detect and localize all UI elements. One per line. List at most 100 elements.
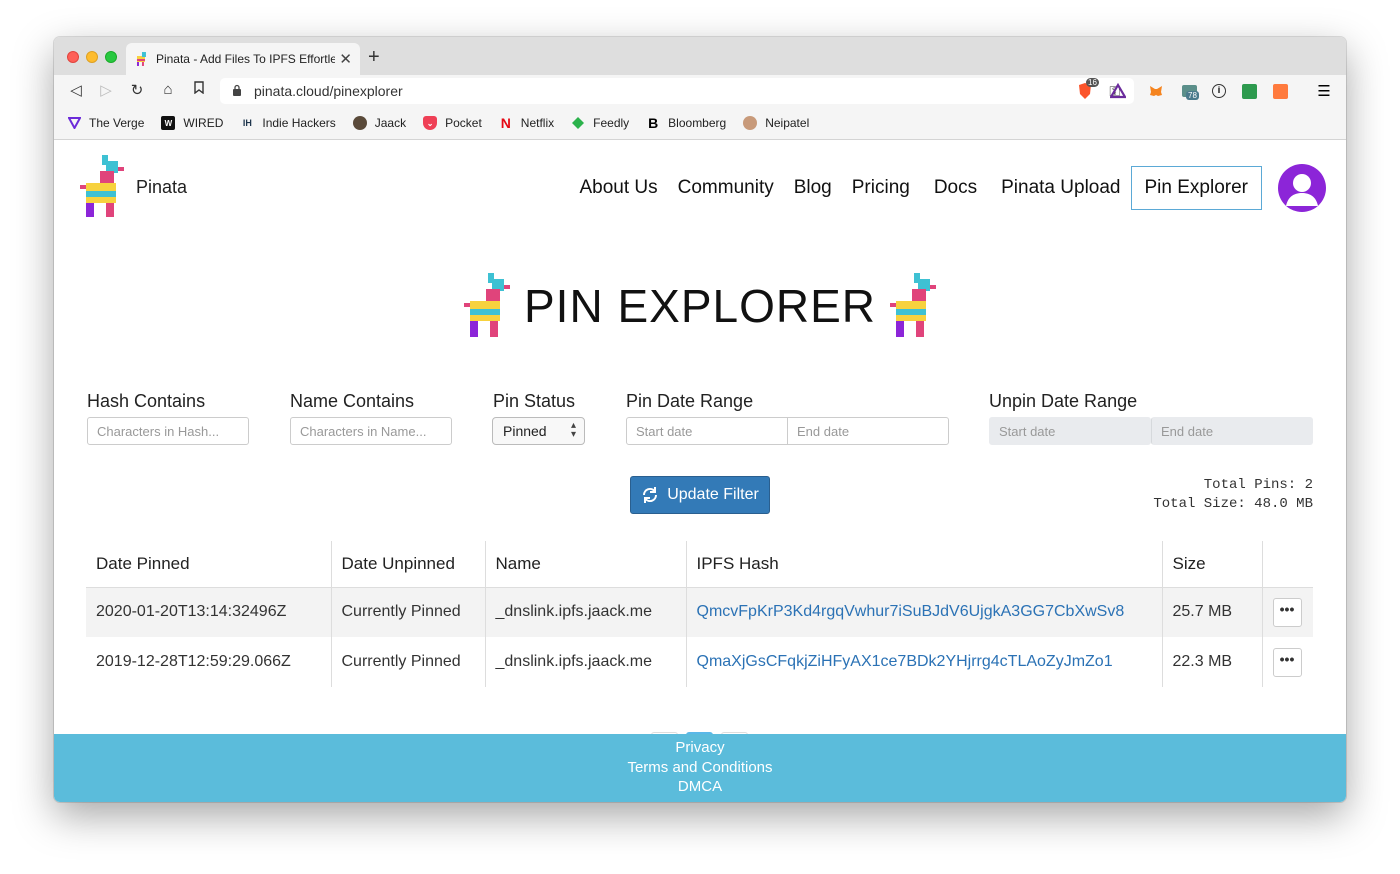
tab-strip: Pinata - Add Files To IPFS Effortlessly … (54, 37, 1346, 75)
bookmark-the-verge[interactable]: The Verge (67, 116, 144, 130)
bookmarks-bar: The Verge W WIRED IH Indie Hackers Jaack… (54, 107, 1346, 140)
more-options-button[interactable]: ••• (1272, 597, 1302, 627)
tab-title: Pinata - Add Files To IPFS Effortlessly (155, 52, 336, 66)
browser-tab[interactable]: Pinata - Add Files To IPFS Effortlessly … (126, 43, 360, 75)
name-filter-label: Name Contains (290, 391, 415, 411)
minimize-window-button[interactable] (86, 51, 98, 63)
col-size[interactable]: Size (1162, 541, 1263, 588)
indiehackers-icon: IH (242, 118, 252, 128)
footer-privacy-link[interactable]: Privacy (54, 738, 1346, 758)
metamask-icon[interactable] (1147, 82, 1165, 100)
reload-icon[interactable]: ↻ (127, 81, 147, 99)
bookmark-indie-hackers[interactable]: IH Indie Hackers (240, 116, 336, 130)
update-filter-button[interactable]: Update Filter (630, 476, 770, 514)
bookmark-pocket[interactable]: ⌄ Pocket (423, 116, 482, 130)
pin-status-select[interactable]: Pinned ▴ ▾ (492, 417, 585, 445)
verge-icon (67, 116, 81, 130)
hash-contains-input[interactable]: Characters in Hash... (87, 417, 249, 445)
bookmark-label: Indie Hackers (262, 116, 336, 130)
nav-pinata-upload[interactable]: Pinata Upload (1001, 177, 1120, 199)
close-window-button[interactable] (67, 51, 79, 63)
ipfs-hash-link[interactable]: QmaXjGsCFqkjZiHFyAX1ce7BDk2YHjrrg4cTLAoZ… (686, 637, 1163, 687)
forward-icon[interactable]: ▷ (96, 81, 116, 99)
bookmark-neipatel[interactable]: Neipatel (743, 116, 809, 130)
bookmark-label: Jaack (374, 116, 407, 130)
bookmark-label: Pocket (445, 116, 482, 130)
table-header-row: Date Pinned Date Unpinned Name IPFS Hash… (86, 541, 1313, 588)
lock-icon (233, 84, 241, 96)
bookmark-bloomberg[interactable]: B Bloomberg (646, 115, 726, 131)
name-cell: _dnslink.ipfs.jaack.me (485, 637, 687, 687)
main-nav: About Us Community Blog Pricing Docs Pin… (559, 166, 1262, 210)
col-date-pinned[interactable]: Date Pinned (86, 541, 332, 588)
neipatel-avatar-icon (743, 116, 758, 130)
update-filter-label: Update Filter (667, 486, 759, 503)
netflix-icon: N (500, 115, 511, 131)
bookmark-feedly[interactable]: Feedly (571, 116, 629, 130)
size-cell: 25.7 MB (1162, 587, 1263, 637)
nav-pricing[interactable]: Pricing (852, 177, 910, 199)
unpin-end-date-input[interactable]: End date (1151, 417, 1313, 445)
unpin-start-date-input[interactable]: Start date (989, 417, 1151, 445)
bookmark-label: The Verge (89, 116, 145, 130)
brave-rewards-icon[interactable] (1109, 82, 1127, 100)
new-tab-button[interactable]: + (368, 46, 380, 69)
bookmark-icon[interactable] (189, 81, 209, 98)
footer-dmca-link[interactable]: DMCA (54, 777, 1346, 797)
total-pins: Total Pins: 2 (1203, 477, 1313, 493)
brave-shield-icon[interactable]: 16 (1076, 78, 1099, 100)
pin-end-date-input[interactable]: End date (787, 417, 949, 445)
pinata-favicon-icon (136, 52, 146, 66)
brand-name[interactable]: Pinata (136, 177, 187, 198)
page-content: Pinata About Us Community Blog Pricing D… (54, 141, 1346, 802)
actions-cell: ••• (1262, 587, 1313, 637)
pinata-llama-logo[interactable] (78, 153, 126, 219)
date-unpinned-cell: Currently Pinned (331, 637, 486, 687)
col-name[interactable]: Name (485, 541, 687, 588)
info-icon[interactable]: i (1210, 82, 1228, 100)
hubspot-icon[interactable] (1271, 82, 1289, 100)
size-cell: 22.3 MB (1162, 637, 1263, 687)
user-avatar[interactable] (1278, 164, 1326, 212)
pins-table: Date Pinned Date Unpinned Name IPFS Hash… (86, 541, 1313, 687)
refresh-icon (643, 487, 658, 503)
maximize-window-button[interactable] (105, 51, 117, 63)
back-icon[interactable]: ◁ (66, 81, 86, 99)
llama-icon-left (464, 273, 510, 337)
wired-icon: W (161, 116, 176, 130)
name-contains-input[interactable]: Characters in Name... (290, 417, 452, 445)
address-bar[interactable]: pinata.cloud/pinexplorer ⚿ (220, 78, 1134, 104)
nav-community[interactable]: Community (678, 177, 774, 199)
evernote-extension-icon[interactable] (1240, 82, 1258, 100)
footer: Privacy Terms and Conditions DMCA (54, 734, 1346, 802)
col-date-unpinned[interactable]: Date Unpinned (331, 541, 486, 588)
table-row: 2019-12-28T12:59:29.066Z Currently Pinne… (86, 637, 1313, 687)
menu-icon[interactable]: ☰ (1315, 82, 1333, 100)
bookmark-netflix[interactable]: N Netflix (499, 115, 555, 131)
nav-docs[interactable]: Docs (934, 177, 977, 199)
page-title: PIN EXPLORER (524, 280, 876, 332)
pin-status-value: Pinned (503, 423, 547, 439)
shield-extension-icon[interactable]: 78 (1180, 82, 1199, 100)
date-pinned-cell: 2019-12-28T12:59:29.066Z (86, 637, 332, 687)
col-actions (1262, 541, 1313, 588)
footer-terms-link[interactable]: Terms and Conditions (54, 758, 1346, 778)
bookmark-jaack[interactable]: Jaack (352, 116, 407, 130)
ipfs-hash-link[interactable]: QmcvFpKrP3Kd4rgqVwhur7iSuBJdV6UjgkA3GG7C… (686, 587, 1163, 637)
tab-close-icon[interactable]: ✕ (339, 50, 352, 68)
col-ipfs-hash[interactable]: IPFS Hash (686, 541, 1163, 588)
bookmark-label: WIRED (183, 116, 224, 130)
nav-pin-explorer[interactable]: Pin Explorer (1130, 166, 1262, 210)
nav-about-us[interactable]: About Us (579, 177, 657, 199)
more-options-button[interactable]: ••• (1272, 647, 1302, 677)
pocket-icon: ⌄ (423, 116, 438, 130)
hash-filter-label: Hash Contains (87, 391, 206, 411)
bookmark-label: Feedly (593, 116, 630, 130)
home-icon[interactable]: ⌂ (158, 81, 178, 98)
bookmark-wired[interactable]: W WIRED (161, 116, 223, 130)
nav-blog[interactable]: Blog (794, 177, 832, 199)
date-unpinned-cell: Currently Pinned (331, 587, 486, 637)
bookmark-label: Netflix (520, 116, 555, 130)
pin-start-date-input[interactable]: Start date (626, 417, 788, 445)
bloomberg-icon: B (648, 115, 659, 131)
